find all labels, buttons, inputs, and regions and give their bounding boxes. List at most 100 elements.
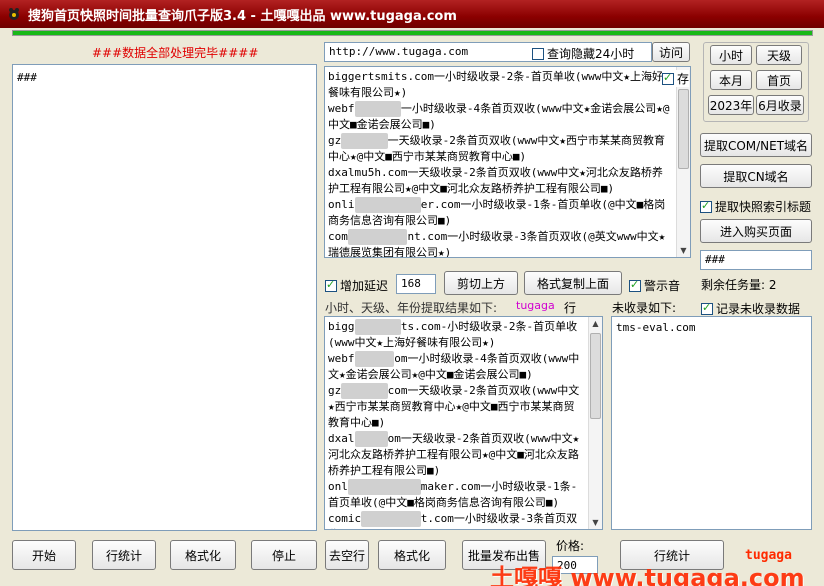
app-icon: [9, 8, 19, 20]
alert-sound-box[interactable]: [629, 278, 641, 292]
month6-button[interactable]: 6月收录: [756, 95, 804, 115]
record-unincluded-label: 记录未收录数据: [716, 302, 801, 316]
result-line: gzxxxxxxx一天级收录-2条首页双收(www中文★西宁市某某商贸教育中心★…: [328, 133, 672, 165]
redacted-blur: xxxxxxxxx: [361, 511, 421, 527]
enter-buy-button[interactable]: 进入购买页面: [700, 219, 812, 243]
result-line: onlixxxxxxxxxxer.com一小时级收录-1条-首页单收(@中文■格…: [328, 197, 672, 229]
result-line: comicxxxxxxxxxt.com一小时级收录-3条首页双收: [328, 511, 584, 529]
results-top-area[interactable]: biggertsmits.com一小时级收录-2条-首页单收(www中文★上海好…: [324, 66, 691, 258]
scroll-thumb[interactable]: [678, 89, 689, 169]
results-bottom-area[interactable]: biggxxxxxxxts.com-小时级收录-2条-首页单收(www中文★上海…: [324, 316, 603, 530]
extract-cn-button[interactable]: 提取CN域名: [700, 164, 812, 188]
year-button[interactable]: 2023年: [708, 95, 754, 115]
day-label: 天级: [766, 48, 791, 63]
result-line-domain: biggertsmits.com: [328, 70, 434, 83]
start-button[interactable]: 开始: [12, 540, 76, 570]
result-heading: 小时、天级、年份提取结果如下:: [325, 301, 498, 315]
redacted-blur: xxxxxxxxx: [347, 229, 408, 245]
result-line-domain: gz: [328, 384, 342, 397]
window-title: 搜狗首页快照时间批量查询爪子版3.4 - 土嘎嘎出品 www.tugaga.co…: [28, 8, 457, 24]
left-log-area[interactable]: ###: [12, 64, 317, 531]
progress-fill: [13, 31, 812, 35]
result-line-domain: onl: [328, 480, 348, 493]
result-line-domain: dxal: [328, 432, 355, 445]
cut-up-button[interactable]: 剪切上方: [444, 271, 518, 295]
month-button[interactable]: 本月: [710, 70, 752, 90]
alert-sound-checkbox[interactable]: 警示音: [629, 277, 680, 294]
stop-button[interactable]: 停止: [251, 540, 317, 570]
keep-label: 存: [677, 72, 690, 86]
hash-input[interactable]: ###: [700, 250, 812, 270]
month6-label: 6月收录: [758, 98, 802, 113]
result-line-domain: dxalmu5h.com: [328, 166, 408, 179]
add-delay-checkbox[interactable]: 增加延迟: [325, 277, 388, 294]
copy-format-button[interactable]: 格式复制上面: [524, 271, 622, 295]
tugaga-tag: tugaga: [516, 299, 555, 312]
result-line: dxalmu5h.com一天级收录-2条首页双收(www中文★河北众友路桥养护工…: [328, 165, 672, 197]
result-line-domain: onli: [328, 198, 355, 211]
result-line: biggertsmits.com一小时级收录-2条-首页单收(www中文★上海好…: [328, 69, 672, 101]
result-line: dxalxxxxxom一天级收录-2条首页双收(www中文★河北众友路桥养护工程…: [328, 431, 584, 479]
unincluded-area[interactable]: tms-eval.com: [611, 316, 812, 530]
home-label: 首页: [766, 73, 791, 88]
day-button[interactable]: 天级: [756, 45, 802, 65]
visit-button[interactable]: 访问: [652, 42, 690, 62]
line-count-button[interactable]: 行统计: [92, 540, 156, 570]
extract-index-box[interactable]: [700, 199, 712, 213]
result-line: onlxxxxxxxxxxxmaker.com一小时级收录-1条-首页单收(@中…: [328, 479, 584, 511]
scroll-down-icon[interactable]: ▼: [589, 516, 602, 529]
result-line: gzxxxxxxxcom一天级收录-2条首页双收(www中文★西宁市某某商贸教育…: [328, 383, 584, 431]
line-count-label: 行统计: [105, 548, 142, 563]
home-button[interactable]: 首页: [756, 70, 802, 90]
result-line-domain: webf: [328, 352, 355, 365]
trim-empty-button[interactable]: 去空行: [325, 540, 369, 570]
redacted-blur: xxxxxxxxxx: [354, 197, 421, 213]
extract-com-button[interactable]: 提取COM/NET域名: [700, 133, 812, 157]
result-line: webfxxxxxxom一小时级收录-4条首页双收(www中文★金诺会展公司★@…: [328, 351, 584, 383]
copy-format-label: 格式复制上面: [536, 276, 609, 291]
hide-24h-box[interactable]: [532, 47, 544, 60]
keep-box[interactable]: [662, 71, 674, 85]
trim-label: 去空行: [328, 548, 365, 563]
redacted-blur: xxxxxxx: [341, 383, 388, 399]
keep-checkbox[interactable]: 存: [662, 70, 690, 87]
format-label: 格式化: [184, 548, 221, 563]
year-label: 2023年: [709, 98, 753, 113]
redacted-blur: xxxxxxxxxxx: [347, 479, 421, 495]
delay-input[interactable]: 168: [396, 274, 436, 294]
hide-24h-checkbox[interactable]: 查询隐藏24小时: [532, 45, 634, 62]
scroll-up-icon[interactable]: ▲: [589, 317, 602, 330]
redacted-blur: xxxxx: [354, 431, 388, 447]
result-line-domain: com: [328, 230, 348, 243]
add-delay-label: 增加延迟: [340, 279, 389, 293]
unincluded-heading: 未收录如下:: [612, 301, 677, 315]
unincluded-text: tms-eval.com: [616, 321, 696, 334]
hash-value: ###: [705, 253, 725, 266]
redacted-blur: xxxxxxx: [341, 133, 388, 149]
format2-button[interactable]: 格式化: [378, 540, 446, 570]
format2-label: 格式化: [393, 548, 430, 563]
hour-button[interactable]: 小时: [710, 45, 752, 65]
result-line: biggxxxxxxxts.com-小时级收录-2条-首页单收(www中文★上海…: [328, 319, 584, 351]
extract-index-checkbox[interactable]: 提取快照索引标题: [700, 198, 811, 215]
watermark-big: 土嘎嘎 www.tugaga.com: [490, 564, 805, 586]
extract-index-label: 提取快照索引标题: [715, 200, 812, 214]
enter-buy-label: 进入购买页面: [719, 224, 792, 239]
delay-value: 168: [401, 277, 421, 290]
extract-com-label: 提取COM/NET域名: [703, 138, 809, 153]
results-top-lines: biggertsmits.com一小时级收录-2条-首页单收(www中文★上海好…: [325, 67, 690, 257]
add-delay-box[interactable]: [325, 278, 337, 292]
scroll-thumb[interactable]: [590, 333, 601, 419]
record-unincluded-box[interactable]: [701, 301, 713, 315]
result-line-domain: webf: [328, 102, 355, 115]
redacted-blur: xxxxxxx: [354, 319, 401, 335]
result-line-domain: comic: [328, 512, 362, 525]
extract-cn-label: 提取CN域名: [723, 169, 789, 184]
cut-up-label: 剪切上方: [456, 276, 505, 291]
results-top-scrollbar[interactable]: ▲ ▼: [676, 67, 690, 257]
format-button[interactable]: 格式化: [170, 540, 236, 570]
results-bottom-scrollbar[interactable]: ▲ ▼: [588, 317, 602, 529]
scroll-down-icon[interactable]: ▼: [677, 244, 690, 257]
record-unincluded-checkbox[interactable]: 记录未收录数据: [701, 300, 800, 317]
results-bottom-lines: biggxxxxxxxts.com-小时级收录-2条-首页单收(www中文★上海…: [325, 317, 602, 529]
